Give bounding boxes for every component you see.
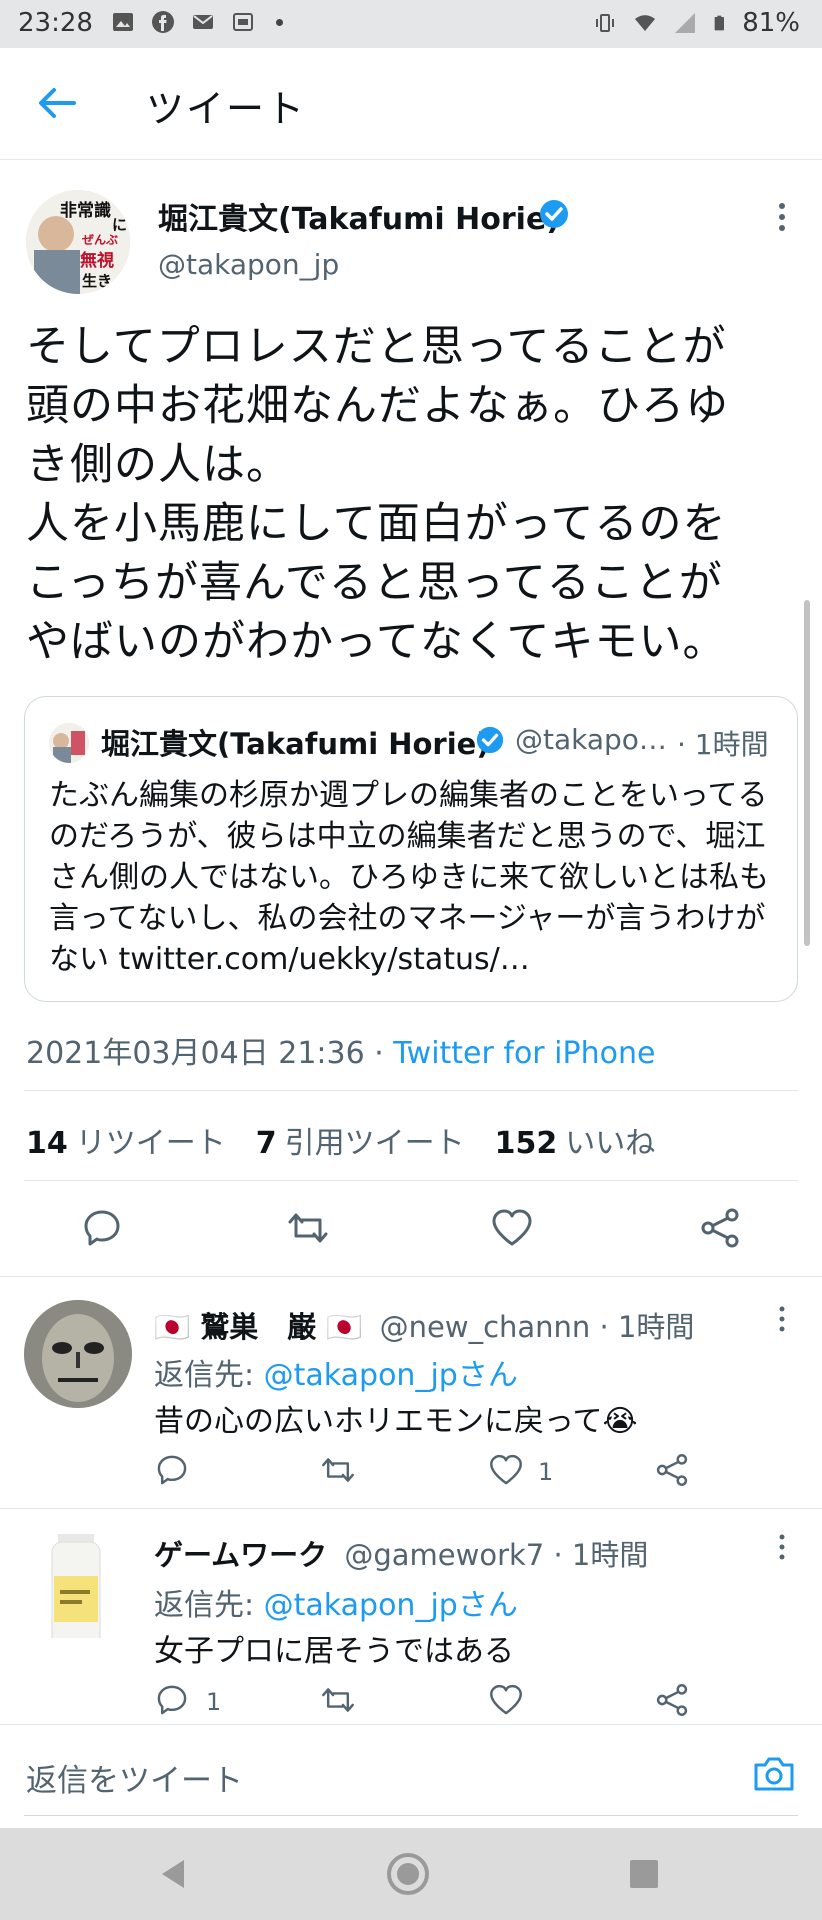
reply-author-name[interactable]: ゲームワーク [154,1538,327,1572]
reply-to-line: 返信先: @takapon_jpさん [154,1358,518,1393]
tweet-meta: 2021年03月04日 21:36 · Twitter for iPhone [26,1028,655,1072]
retweet-icon[interactable] [320,1452,356,1488]
scrollbar[interactable] [804,600,810,946]
reply-item[interactable]: ゲームワーク @gamework7 · 1時間 返信先: @takapon_jp… [0,1508,822,1724]
like-heart-icon[interactable] [488,1452,524,1488]
reply-text: 昔の心の広いホリエモンに戻って😭 [154,1404,638,1439]
author-name[interactable]: 堀江貴文(Takafumi Horie) [158,194,560,238]
author-avatar[interactable]: 非常識 に ぜんぶ 無視 生き [26,190,130,294]
reply-icon[interactable] [154,1682,190,1718]
reply-time: · 1時間 [553,1538,649,1572]
reply-avatar[interactable] [24,1530,132,1638]
tweet-text: そしてプロレスだと思ってることが 頭の中お花畑なんだよなぁ。ひろゆ き側の人は。… [26,322,730,667]
reply-icon[interactable] [80,1206,124,1250]
nav-back-icon[interactable] [156,1856,192,1892]
camera-icon[interactable] [752,1753,796,1793]
like-heart-icon[interactable] [490,1206,534,1250]
share-icon[interactable] [654,1682,690,1718]
system-icons: 81% [592,8,800,38]
divider [24,1180,798,1181]
gallery-icon [113,13,133,31]
more-options-icon[interactable] [774,200,790,234]
svg-text:無視: 無視 [80,250,114,271]
reply-composer[interactable]: 返信をツイート [0,1724,822,1828]
reply-author-handle[interactable]: @new_channn [380,1310,591,1344]
retweet-stat[interactable]: 14 リツイート [26,1118,226,1162]
author-avatar-image: 非常識 に ぜんぶ 無視 生き [26,190,130,294]
author-handle[interactable]: @takapon_jp [158,248,339,281]
reply-header: ゲームワーク @gamework7 · 1時間 [154,1532,648,1574]
more-notifications-dot [276,18,283,26]
page-title: ツイート [146,87,307,131]
reply-avatar[interactable] [24,1300,132,1408]
quoted-verified-badge-icon [476,726,504,754]
reply-author-name[interactable]: 🇯🇵 鷲巣 巌 🇯🇵 [154,1310,362,1344]
svg-text:非常識: 非常識 [60,200,111,221]
reply-header: 🇯🇵 鷲巣 巌 🇯🇵 @new_channn · 1時間 [154,1304,694,1346]
tweet-timestamp: 2021年03月04日 21:36 · [26,1036,394,1071]
app-header: ツイート [0,48,822,160]
reply-icon[interactable] [154,1452,190,1488]
svg-text:に: に [112,216,127,234]
vibrate-icon [596,14,615,32]
svg-text:ぜんぶ: ぜんぶ [82,233,118,247]
reply-text: 女子プロに居そうではある [154,1634,514,1669]
status-bar: 23:28 81% [0,0,822,48]
reply-to-mention[interactable]: @takapon_jpさん [264,1588,518,1623]
system-nav-bar [0,1828,822,1920]
facebook-icon [152,11,174,33]
status-time: 23:28 [18,8,93,38]
battery-icon [714,15,725,31]
reply-avatar-image [24,1300,132,1408]
reply-input-placeholder[interactable]: 返信をツイート [26,1755,243,1800]
reply-author-handle[interactable]: @gamework7 [344,1538,544,1572]
share-icon[interactable] [654,1452,690,1488]
quoted-tweet[interactable]: 堀江貴文(Takafumi Horie) @takapo… · 1時間 たぶん編… [24,696,798,1002]
wifi-icon [635,15,656,31]
more-options-icon[interactable] [774,1532,790,1562]
tweet-stats: 14 リツイート 7 引用ツイート 152 いいね [26,1118,655,1162]
quoted-author-name: 堀江貴文(Takafumi Horie) [101,727,490,761]
like-count: 1 [538,1458,554,1486]
quoted-avatar-image [49,723,89,763]
quoted-author-avatar [49,723,89,763]
retweet-icon[interactable] [286,1206,330,1250]
reply-time: · 1時間 [599,1310,695,1344]
reply-avatar-image [51,1534,101,1638]
composer-underline [24,1815,798,1816]
au-app-icon [233,13,253,31]
like-heart-icon[interactable] [488,1682,524,1718]
quoted-tweet-time: · 1時間 [677,728,769,761]
mail-icon [193,15,213,29]
nav-recents-icon[interactable] [626,1856,662,1892]
svg-text:生き: 生き [82,272,112,290]
notification-icons [110,10,283,34]
reply-to-line: 返信先: @takapon_jpさん [154,1588,518,1623]
quoted-tweet-text: たぶん編集の杉原か週プレの編集者のことをいってるのだろうが、彼らは中立の編集者だ… [49,778,769,977]
reply-item[interactable]: 🇯🇵 鷲巣 巌 🇯🇵 @new_channn · 1時間 返信先: @takap… [0,1276,822,1508]
quote-tweet-stat[interactable]: 7 引用ツイート [256,1118,465,1162]
more-options-icon[interactable] [774,1304,790,1334]
verified-badge-icon [540,200,568,228]
quoted-author-handle: @takapo… [515,723,667,756]
tweet-action-bar [0,1200,822,1260]
retweet-icon[interactable] [320,1682,356,1718]
divider [24,1090,798,1091]
share-icon[interactable] [698,1206,742,1250]
signal-icon [675,13,696,33]
tweet-client-link[interactable]: Twitter for iPhone [393,1036,655,1071]
back-arrow-icon[interactable] [36,86,76,120]
reply-to-mention[interactable]: @takapon_jpさん [264,1358,518,1393]
like-stat[interactable]: 152 いいね [495,1118,656,1162]
reply-count: 1 [206,1688,222,1716]
battery-percent: 81% [742,8,800,38]
nav-home-icon[interactable] [386,1852,430,1896]
